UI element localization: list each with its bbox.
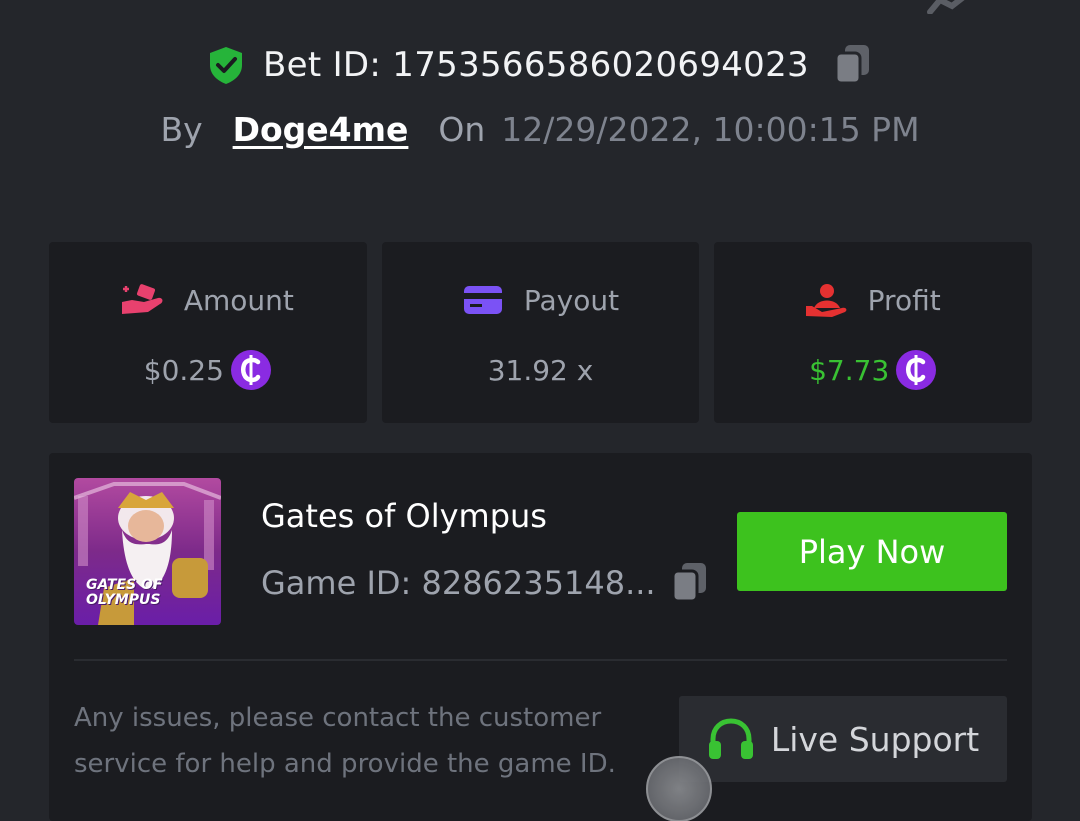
credit-card-icon bbox=[463, 286, 502, 314]
thumbnail-title: GATES OF OLYMPUS bbox=[86, 577, 163, 608]
copy-game-id-icon[interactable] bbox=[670, 561, 710, 605]
username-link[interactable]: Doge4me bbox=[233, 110, 409, 149]
stat-profit: Profit $7.73 bbox=[714, 242, 1033, 423]
game-name: Gates of Olympus bbox=[261, 497, 547, 535]
game-thumbnail[interactable]: GATES OF OLYMPUS bbox=[74, 478, 221, 625]
money-hand-icon bbox=[121, 284, 163, 314]
stat-label: Payout bbox=[523, 283, 620, 317]
bet-id: Bet ID: 1753566586020694023 bbox=[263, 45, 809, 85]
bet-details-page: Bet ID: 1753566586020694023 By Doge4me O… bbox=[0, 0, 1080, 821]
stat-label: Amount bbox=[183, 283, 294, 317]
bet-meta-row: By Doge4me On 12/29/2022, 10:00:15 PM bbox=[0, 104, 1080, 154]
bet-datetime: 12/29/2022, 10:00:15 PM bbox=[501, 109, 920, 149]
profit-hand-icon bbox=[805, 284, 847, 317]
stat-amount: Amount $0.25 bbox=[49, 242, 367, 423]
help-text: Any issues, please contact the customer … bbox=[74, 703, 616, 779]
live-support-label: Live Support bbox=[770, 719, 980, 759]
bet-id-row: Bet ID: 1753566586020694023 bbox=[0, 40, 1080, 90]
live-support-button[interactable]: Live Support bbox=[679, 696, 1007, 782]
game-id-row: Game ID: 8286235148... bbox=[261, 561, 710, 605]
share-icon[interactable] bbox=[926, 0, 976, 14]
stat-label: Profit bbox=[867, 283, 941, 317]
coin-icon bbox=[230, 350, 271, 390]
game-card: GATES OF OLYMPUS Gates of Olympus Game I… bbox=[49, 453, 1032, 821]
copy-bet-id-icon[interactable] bbox=[833, 43, 873, 87]
divider bbox=[74, 659, 1007, 661]
bet-stats: Amount $0.25 Payout 31.92 x Profit $7.73 bbox=[49, 242, 1033, 423]
stat-value: $0.25 bbox=[143, 353, 224, 387]
on-label: On bbox=[438, 109, 486, 149]
stat-value: $7.73 bbox=[809, 353, 890, 387]
coin-icon bbox=[896, 350, 937, 390]
play-now-button[interactable]: Play Now bbox=[737, 512, 1007, 591]
touch-indicator bbox=[646, 756, 712, 821]
game-id: Game ID: 8286235148... bbox=[261, 564, 656, 602]
stat-payout: Payout 31.92 x bbox=[381, 242, 700, 423]
shield-check-icon bbox=[210, 47, 243, 84]
stat-value: 31.92 x bbox=[487, 353, 594, 387]
by-label: By bbox=[160, 109, 203, 149]
headset-icon bbox=[708, 718, 753, 759]
